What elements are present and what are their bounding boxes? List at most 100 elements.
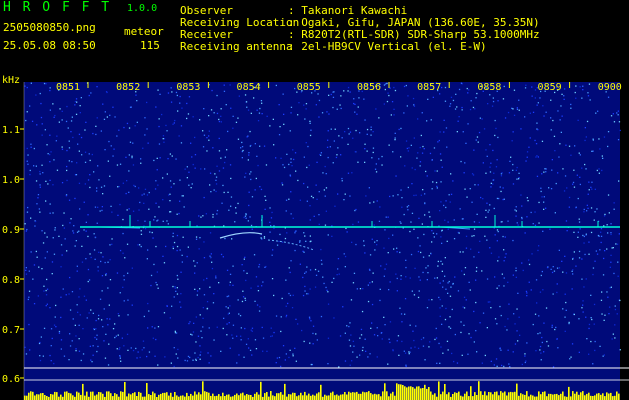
noise-dot: [579, 154, 581, 156]
noise-dot: [613, 208, 615, 210]
file-name: 2505080850.png: [3, 21, 96, 34]
noise-dot: [473, 235, 475, 237]
power-bar: [346, 394, 348, 400]
noise-dot: [400, 189, 402, 191]
noise-dot: [264, 195, 266, 197]
noise-dot: [367, 284, 369, 286]
noise-dot: [179, 249, 181, 251]
noise-dot: [427, 272, 429, 274]
noise-dot: [463, 307, 466, 309]
noise-dot: [43, 82, 46, 85]
noise-dot: [591, 318, 593, 321]
power-bar: [410, 386, 412, 400]
noise-dot: [116, 348, 118, 350]
noise-dot: [159, 93, 161, 95]
noise-dot: [577, 236, 579, 238]
noise-dot: [565, 144, 567, 146]
noise-dot: [579, 176, 581, 178]
noise-dot: [590, 231, 593, 234]
noise-dot: [372, 131, 374, 133]
power-bar: [330, 392, 332, 400]
noise-dot: [247, 159, 249, 161]
power-bar: [354, 392, 356, 400]
noise-dot: [154, 188, 157, 190]
noise-dot: [565, 309, 567, 311]
noise-dot: [126, 243, 129, 245]
noise-dot: [164, 356, 166, 358]
frequency-label: 0.9: [2, 225, 20, 236]
noise-dot: [42, 242, 45, 244]
power-bar: [80, 394, 82, 400]
power-bar: [372, 394, 374, 400]
noise-dot: [90, 92, 92, 94]
noise-dot: [444, 318, 447, 321]
noise-dot: [49, 179, 51, 181]
noise-dot: [294, 249, 296, 252]
noise-dot: [50, 345, 52, 347]
noise-dot: [566, 230, 568, 232]
noise-dot: [180, 306, 182, 308]
noise-dot: [342, 306, 344, 308]
noise-dot: [123, 279, 125, 281]
noise-dot: [577, 231, 579, 233]
noise-dot: [46, 303, 48, 305]
noise-dot: [513, 313, 515, 315]
noise-dot: [69, 276, 71, 279]
noise-dot: [305, 271, 307, 273]
noise-dot: [510, 156, 512, 158]
noise-dot: [559, 143, 561, 145]
noise-dot: [242, 290, 244, 292]
noise-dot: [188, 184, 190, 186]
noise-dot: [80, 97, 82, 99]
noise-dot: [596, 208, 598, 210]
noise-dot: [327, 291, 329, 293]
noise-dot: [39, 186, 41, 188]
noise-dot: [46, 278, 48, 281]
noise-dot: [119, 347, 121, 349]
noise-dot: [600, 228, 603, 230]
noise-dot: [516, 330, 518, 332]
noise-dot: [179, 179, 181, 181]
noise-dot: [482, 312, 485, 314]
noise-field: [24, 82, 620, 400]
noise-dot: [489, 144, 491, 146]
noise-dot: [62, 224, 64, 227]
noise-dot: [122, 252, 124, 254]
noise-dot: [263, 236, 266, 238]
power-bar: [258, 394, 260, 400]
noise-dot: [616, 243, 619, 245]
noise-dot: [186, 360, 189, 362]
noise-dot: [45, 294, 48, 296]
noise-dot: [58, 332, 61, 334]
power-bar: [272, 395, 274, 400]
noise-dot: [489, 247, 491, 249]
noise-dot: [451, 352, 453, 355]
power-bar: [256, 392, 258, 400]
noise-dot: [362, 346, 364, 349]
noise-dot: [75, 240, 77, 242]
noise-dot: [275, 315, 278, 317]
noise-dot: [250, 171, 252, 173]
noise-dot: [439, 362, 441, 364]
noise-dot: [494, 134, 496, 137]
noise-dot: [569, 358, 571, 360]
noise-dot: [438, 296, 440, 299]
noise-dot: [49, 89, 51, 92]
noise-dot: [560, 131, 562, 133]
noise-dot: [30, 82, 32, 84]
noise-dot: [575, 265, 577, 267]
noise-dot: [310, 195, 313, 197]
noise-dot: [405, 266, 407, 269]
power-bar: [38, 394, 40, 400]
noise-dot: [436, 277, 438, 279]
noise-dot: [276, 357, 278, 359]
noise-dot: [292, 355, 294, 357]
noise-dot: [215, 176, 218, 178]
noise-dot: [170, 211, 172, 213]
power-bar: [458, 391, 460, 400]
noise-dot: [125, 156, 127, 158]
noise-dot: [610, 261, 612, 263]
noise-dot: [283, 166, 286, 169]
noise-dot: [446, 146, 448, 148]
noise-dot: [67, 127, 69, 129]
